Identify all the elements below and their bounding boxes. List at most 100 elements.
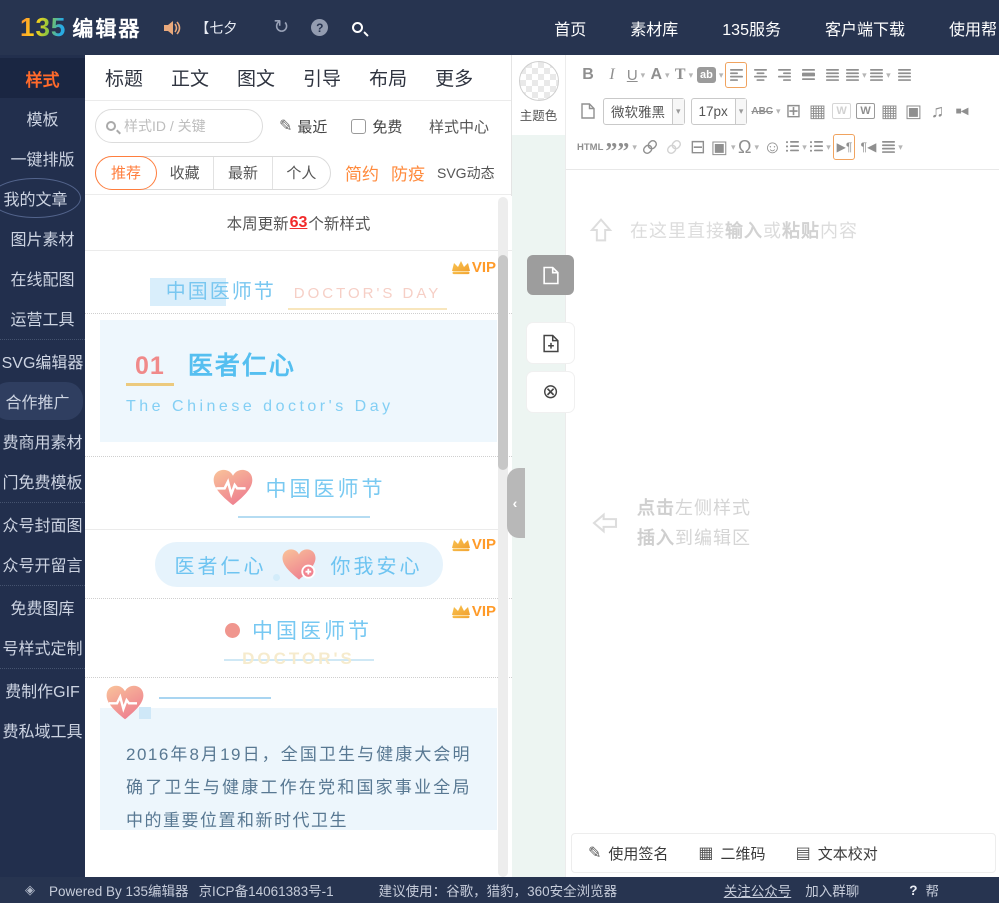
sidebar-item[interactable]: 费私域工具 <box>0 710 85 750</box>
help-question-icon[interactable]: ? <box>909 883 917 898</box>
sidebar-item[interactable]: 在线配图 <box>0 258 85 298</box>
sidebar-item[interactable]: 图片素材 <box>0 218 85 258</box>
notice-count[interactable]: 63 <box>290 214 308 232</box>
sidebar-item[interactable]: 众号开留言 <box>0 544 85 584</box>
nav-item[interactable]: 135服务 <box>722 16 781 40</box>
font-family-select[interactable]: 微软雅黑 ▾ <box>603 97 685 125</box>
search-icon[interactable] <box>352 22 364 33</box>
align-center-icon[interactable] <box>749 62 771 88</box>
align-middle-icon[interactable] <box>797 62 819 88</box>
sidebar-item[interactable]: 号样式定制 <box>0 627 85 667</box>
blockquote-icon[interactable]: ”” ▾ <box>605 134 637 164</box>
sidebar-item[interactable]: 费商用素材 <box>0 421 85 461</box>
line-style-icon[interactable] <box>893 62 915 88</box>
svg-dynamic-tag[interactable]: SVG动态 <box>437 163 495 183</box>
help-link[interactable]: 帮 <box>926 880 940 900</box>
style-card[interactable]: VIP 中国医师节 DOCTOR'S <box>85 599 512 677</box>
video-icon[interactable]: ■◀ <box>951 98 973 124</box>
style-search-box[interactable] <box>95 109 263 143</box>
style-card[interactable]: VIP 医者仁心 你我安心 <box>85 530 512 598</box>
sidebar-item[interactable]: 模板 <box>0 98 85 138</box>
emoji-icon[interactable]: ☺ <box>761 134 783 160</box>
image-icon[interactable]: ▦ <box>879 98 901 124</box>
ordered-list-icon[interactable]: ▾ <box>785 134 807 160</box>
text-direction-rtl-icon[interactable]: ¶◀ <box>857 134 879 160</box>
hot-tag-link[interactable]: 防疫 <box>391 160 425 185</box>
highlight-icon[interactable]: ab ▾ <box>697 62 723 88</box>
style-center-link[interactable]: 样式中心 <box>429 116 489 137</box>
new-doc-button[interactable] <box>527 323 574 363</box>
sidebar-item[interactable]: 门免费模板 <box>0 461 85 501</box>
music-icon[interactable]: ♫ <box>927 98 949 124</box>
text-columns-icon[interactable]: ⊟ <box>687 134 709 160</box>
text-direction-ltr-icon[interactable]: ▶¶ <box>833 134 856 160</box>
underline-icon[interactable]: U ▾ <box>625 62 647 88</box>
align-right-icon[interactable] <box>773 62 795 88</box>
fill-color-box-icon[interactable]: ▣ ▾ <box>711 134 736 160</box>
image-grid-icon[interactable]: ▦ <box>807 98 829 124</box>
clear-doc-button[interactable]: ⊗ <box>527 372 574 412</box>
speaker-icon[interactable] <box>163 20 181 36</box>
image-frame-icon[interactable]: ▣ <box>903 98 925 124</box>
recent-button[interactable]: ✎ 最近 <box>279 116 327 137</box>
html-source-icon[interactable]: HTML <box>577 134 603 160</box>
sidebar-item[interactable]: 合作推广 <box>0 381 85 421</box>
filter-tab[interactable]: 收藏 <box>156 157 213 189</box>
help-icon[interactable]: ? <box>311 19 329 36</box>
style-scrollbar-thumb[interactable] <box>498 255 508 470</box>
table-icon[interactable]: ⊞ <box>783 98 805 124</box>
sidebar-item[interactable]: 一键排版 <box>0 138 85 178</box>
style-tab[interactable]: 图文 <box>237 64 275 91</box>
qrcode-button[interactable]: ▦ 二维码 <box>698 843 765 864</box>
sidebar-item[interactable]: 免费图库 <box>0 587 85 627</box>
special-char-icon[interactable]: Ω ▾ <box>737 134 759 160</box>
style-card[interactable]: 01 医者仁心 The Chinese doctor's Day <box>85 314 512 456</box>
sidebar-item[interactable]: 费制作GIF <box>0 670 85 710</box>
announcement-text[interactable]: 【七夕 <box>195 18 251 38</box>
style-card[interactable]: 2016年8月19日，全国卫生与健康大会明确了卫生与健康工作在党和国家事业全局中… <box>85 678 512 830</box>
follow-official-link[interactable]: 关注公众号 <box>724 880 792 900</box>
filter-tab[interactable]: 推荐 <box>95 155 157 190</box>
line-height-icon[interactable]: ▾ <box>881 134 903 160</box>
word-import-icon[interactable]: W <box>855 98 877 124</box>
style-search-input[interactable] <box>124 118 244 134</box>
indent-increase-icon[interactable]: ▾ <box>869 62 891 88</box>
free-checkbox[interactable]: 免费 <box>351 116 402 137</box>
font-color-icon[interactable]: A ▾ <box>649 62 671 88</box>
sidebar-item[interactable]: 样式 <box>0 58 85 98</box>
nav-item[interactable]: 素材库 <box>630 16 678 40</box>
style-card[interactable]: 中国医师节 <box>85 457 512 529</box>
remove-format-icon[interactable]: ABC ▾ <box>751 98 780 124</box>
refresh-icon[interactable]: ↻ <box>273 16 289 39</box>
new-doc-icon[interactable] <box>577 98 599 124</box>
text-style-icon[interactable]: T ▾ <box>673 62 695 88</box>
current-doc-button[interactable] <box>527 255 574 295</box>
sidebar-item[interactable]: SVG编辑器 <box>0 341 85 381</box>
app-logo[interactable]: 135 编辑器 <box>20 12 141 43</box>
nav-item[interactable]: 使用帮 <box>949 16 997 40</box>
link-icon[interactable] <box>639 134 661 160</box>
sidebar-item[interactable]: 我的文章 <box>0 178 85 218</box>
sidebar-item[interactable]: 运营工具 <box>0 298 85 338</box>
unordered-list-icon[interactable]: ▾ <box>809 134 831 160</box>
nav-item[interactable]: 首页 <box>554 16 586 40</box>
style-tab[interactable]: 更多 <box>435 64 473 91</box>
style-tab[interactable]: 布局 <box>369 64 407 91</box>
italic-icon[interactable]: I <box>601 62 623 88</box>
font-size-select[interactable]: 17px ▾ <box>690 97 748 125</box>
bold-icon[interactable]: B <box>577 62 599 88</box>
word-import-disabled-icon[interactable]: W <box>831 98 853 124</box>
hot-tag-link[interactable]: 简约 <box>345 160 379 185</box>
filter-tab[interactable]: 最新 <box>213 156 271 189</box>
unlink-icon[interactable] <box>663 134 685 160</box>
proofread-button[interactable]: ▤ 文本校对 <box>796 843 878 864</box>
nav-item[interactable]: 客户端下载 <box>825 16 905 40</box>
join-group-link[interactable]: 加入群聊 <box>805 880 859 900</box>
theme-color-picker[interactable] <box>518 61 559 101</box>
align-left-icon[interactable] <box>725 62 748 88</box>
align-justify-icon[interactable] <box>821 62 843 88</box>
signature-button[interactable]: ✎ 使用签名 <box>588 843 668 864</box>
filter-tab[interactable]: 个人 <box>271 156 330 189</box>
style-tab[interactable]: 引导 <box>303 64 341 91</box>
style-tab[interactable]: 标题 <box>105 64 143 91</box>
